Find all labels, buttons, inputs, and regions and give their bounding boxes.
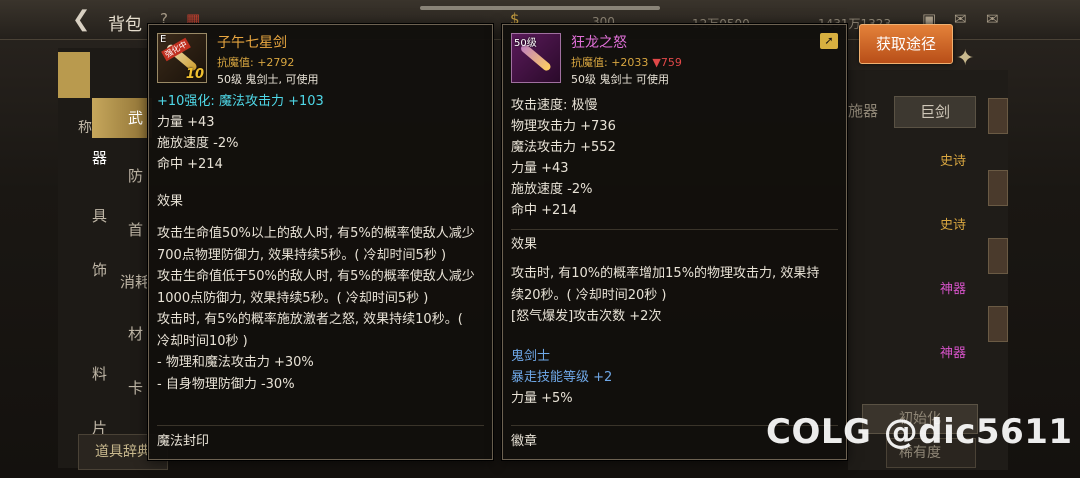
effect-line: 1000点防御力, 效果持续5秒。( 冷却时间5秒 ) <box>157 290 429 306</box>
anti-magic-text: 抗魔值: +2033 <box>571 56 649 69</box>
menu-item-accessory[interactable]: 首饰 <box>92 210 152 279</box>
weapon-icon: E 强化中 10 <box>157 33 207 83</box>
anti-magic-value: 抗魔值: +2033 ▼759 <box>571 54 682 70</box>
effect-line: 冷却时间10秒 ) <box>157 333 248 349</box>
tooltip-body: 攻击速度: 极慢 物理攻击力 +736 魔法攻击力 +552 力量 +43 施放… <box>511 95 838 409</box>
class-label: 鬼剑士 <box>511 348 551 364</box>
menu-item-armor[interactable]: 防具 <box>92 156 152 225</box>
item-name: 子午七星剑 <box>217 35 287 51</box>
effect-line: 攻击时, 有10%的概率增加15%的物理攻击力, 效果持 <box>511 266 820 281</box>
enhance-stat: +10强化: 魔法攻击力 +103 <box>157 94 324 109</box>
menu-item-weapon[interactable]: 武器 <box>92 98 152 167</box>
mail-icon[interactable]: ✉ <box>954 10 967 28</box>
rarity-label: 史诗 <box>940 218 967 233</box>
stat-line: 力量 +43 <box>157 115 215 130</box>
tab-prev[interactable]: 施器 <box>848 100 878 121</box>
tooltip-header: 50级 狂龙之怒 抗魔值: +2033 ▼759 50级 鬼剑士 可使用 ➚ <box>503 25 846 89</box>
tooltip-body: +10强化: 魔法攻击力 +103 力量 +43 施放速度 -2% 命中 +21… <box>157 91 484 395</box>
effect-line: - 物理和魔法攻击力 +30% <box>157 355 314 370</box>
stat-line: 施放速度 -2% <box>511 182 593 197</box>
item-requirement: 50级 鬼剑士 可使用 <box>571 73 669 86</box>
close-icon[interactable]: ✦ <box>956 46 974 71</box>
item-thumbnail[interactable] <box>988 170 1008 206</box>
skill-label: 暴走技能等级 <box>511 369 590 385</box>
effect-line: 攻击生命值50%以上的敌人时, 有5%的概率使敌人减少 <box>157 226 475 241</box>
effect-line: 续20秒。( 冷却时间20秒 ) <box>511 287 667 303</box>
obtain-source-button[interactable]: 获取途径 <box>859 24 953 64</box>
anti-magic-value: 抗魔值: +2792 <box>217 56 295 69</box>
menu-item-card[interactable]: 卡片 <box>92 368 152 437</box>
tooltip-header: E 强化中 10 子午七星剑 抗魔值: +2792 50级 鬼剑士, 可使用 <box>149 25 492 89</box>
skill-value: +2 <box>593 369 613 385</box>
tab-greatsword[interactable]: 巨剑 <box>894 96 976 128</box>
left-accent <box>58 52 90 98</box>
item-tooltip-equipped: E 强化中 10 子午七星剑 抗魔值: +2792 50级 鬼剑士, 可使用 +… <box>148 24 493 460</box>
enhance-level: 10 <box>185 67 204 82</box>
page-title: 背包 <box>108 15 142 35</box>
menu-item-consumable[interactable]: 消耗 <box>92 262 152 302</box>
effect-line: - 自身物理防御力 -30% <box>157 376 295 392</box>
stat-line: 物理攻击力 +736 <box>511 119 616 134</box>
chat-icon[interactable]: ✉ <box>986 10 999 28</box>
stat-line: 命中 +214 <box>157 157 223 172</box>
status-indicator <box>420 6 660 10</box>
extra-stat: 力量 +5% <box>511 390 573 406</box>
stat-line: 命中 +214 <box>511 203 577 218</box>
rarity-label: 神器 <box>940 282 967 297</box>
share-icon[interactable]: ➚ <box>820 33 838 49</box>
item-requirement: 50级 鬼剑士, 可使用 <box>217 73 319 86</box>
weapon-icon: 50级 <box>511 33 561 83</box>
item-thumbnail[interactable] <box>988 306 1008 342</box>
rarity-label: 史诗 <box>940 154 967 169</box>
menu-item-material[interactable]: 材料 <box>92 314 152 383</box>
partial-label: 称 <box>78 120 92 136</box>
effect-line: 攻击时, 有5%的概率施放激者之怒, 效果持续10秒。( <box>157 312 463 327</box>
stat-line: 魔法攻击力 +552 <box>511 140 616 155</box>
anti-magic-diff: ▼759 <box>652 56 682 69</box>
skill-level-line: 暴走技能等级 +2 <box>511 367 838 388</box>
tooltip-footer: 魔法封印 <box>157 425 484 459</box>
watermark: COLG @dic5611 <box>766 412 1073 452</box>
icon-level: 50级 <box>514 38 537 49</box>
effect-title: 效果 <box>157 194 184 209</box>
item-tooltip-compare: 50级 狂龙之怒 抗魔值: +2033 ▼759 50级 鬼剑士 可使用 ➚ 攻击… <box>502 24 847 460</box>
item-name: 狂龙之怒 <box>571 35 627 51</box>
back-arrow-icon[interactable]: ❮ <box>72 8 100 32</box>
rarity-label: 神器 <box>940 346 967 361</box>
effect-line: 700点物理防御力, 效果持续5秒。( 冷却时间5秒 ) <box>157 247 447 263</box>
item-thumbnail[interactable] <box>988 238 1008 274</box>
effect-line: [怒气爆发]攻击次数 +2次 <box>511 309 662 324</box>
stat-line: 力量 +43 <box>511 161 569 176</box>
stat-line: 攻击速度: 极慢 <box>511 98 598 113</box>
icon-grade: E <box>160 34 167 45</box>
effect-title: 效果 <box>511 229 838 259</box>
effect-line: 攻击生命值低于50%的敌人时, 有5%的概率使敌人减少 <box>157 269 475 284</box>
stat-line: 施放速度 -2% <box>157 136 239 151</box>
item-thumbnail[interactable] <box>988 98 1008 134</box>
